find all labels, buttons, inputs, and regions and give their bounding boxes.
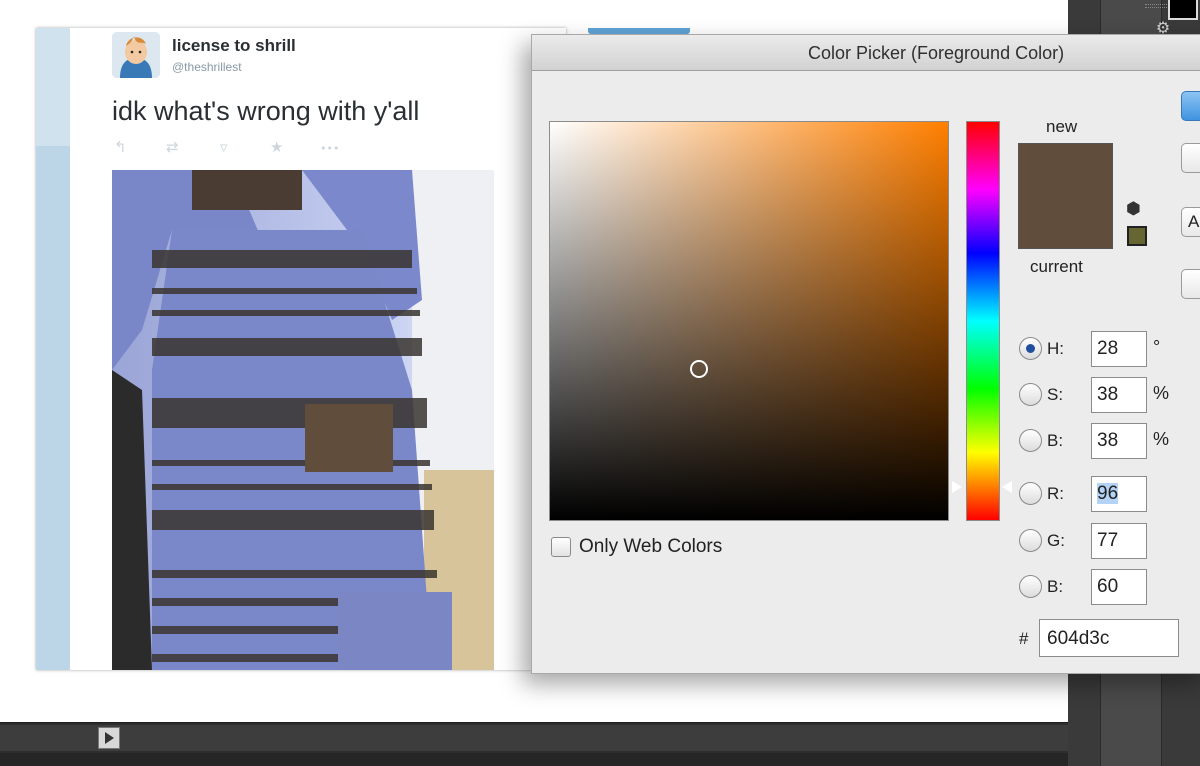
new-color-swatch	[1018, 143, 1113, 249]
hue-input[interactable]: 28	[1091, 331, 1147, 367]
retweet-icon[interactable]: ⇄	[166, 138, 179, 156]
websafe-color-swatch[interactable]	[1127, 226, 1147, 246]
more-icon[interactable]: •••	[320, 142, 339, 155]
saturation-brightness-field[interactable]	[549, 121, 949, 521]
add-to-swatches-label: A	[1188, 212, 1200, 231]
add-to-swatches-button[interactable]: A	[1181, 207, 1200, 237]
page-rail	[36, 28, 70, 670]
saturation-radio[interactable]	[1019, 383, 1042, 406]
foreground-swatch[interactable]	[1168, 0, 1198, 20]
tweet-author-handle[interactable]: @theshrillest	[172, 60, 242, 74]
brightness-unit: %	[1153, 429, 1170, 449]
dress-photo	[112, 170, 494, 670]
blue-input[interactable]: 60	[1091, 569, 1147, 605]
hex-input[interactable]: 604d3c	[1039, 619, 1179, 657]
timeline-lower	[0, 753, 1068, 766]
dialog-titlebar[interactable]: Color Picker (Foreground Color)	[532, 35, 1200, 71]
red-input-selection: 96	[1097, 483, 1119, 504]
reply-icon[interactable]: ↰	[114, 138, 127, 156]
brightness-radio[interactable]	[1019, 429, 1042, 452]
tweet-photo[interactable]	[112, 170, 494, 670]
saturation-input[interactable]: 38	[1091, 377, 1147, 413]
dialog-title: Color Picker (Foreground Color)	[808, 43, 1065, 63]
red-label: R:	[1047, 484, 1064, 503]
brightness-label: B:	[1047, 431, 1064, 450]
favorite-icon[interactable]: ★	[270, 138, 283, 156]
tweet-author-name[interactable]: license to shrill	[172, 36, 296, 56]
avatar[interactable]	[112, 32, 160, 78]
blue-overlay-patch	[338, 592, 452, 670]
hue-radio[interactable]	[1019, 337, 1042, 360]
hue-label: H:	[1047, 339, 1064, 358]
hue-slider-left-arrow[interactable]	[951, 480, 963, 494]
only-web-colors-checkbox[interactable]	[551, 537, 571, 557]
saturation-label: S:	[1047, 385, 1064, 404]
brown-overlay-patch	[305, 404, 393, 472]
pocket-icon[interactable]: ▿	[220, 138, 228, 156]
timeline-bar	[0, 722, 1068, 766]
hue-unit: °	[1153, 337, 1161, 357]
play-button[interactable]	[98, 727, 120, 749]
only-web-colors-label: Only Web Colors	[579, 536, 723, 557]
green-radio[interactable]	[1019, 529, 1042, 552]
blue-radio[interactable]	[1019, 575, 1042, 598]
ok-button[interactable]	[1181, 91, 1200, 121]
color-libraries-button[interactable]	[1181, 269, 1200, 299]
green-label: G:	[1047, 531, 1065, 550]
new-label: new	[1046, 117, 1078, 136]
blue-label: B:	[1047, 577, 1064, 596]
brightness-input[interactable]: 38	[1091, 423, 1147, 459]
tweet-text: idk what's wrong with y'all	[112, 96, 420, 126]
cancel-button[interactable]	[1181, 143, 1200, 173]
saturation-unit: %	[1153, 383, 1170, 403]
timeline-track	[0, 725, 1068, 751]
hue-slider[interactable]	[966, 121, 1000, 521]
tweet-card: license to shrill @theshrillest idk what…	[36, 28, 566, 670]
hue-slider-right-arrow[interactable]	[1002, 481, 1012, 493]
color-marker[interactable]	[690, 360, 708, 378]
current-label: current	[1030, 257, 1083, 276]
red-radio[interactable]	[1019, 482, 1042, 505]
hex-label: #	[1019, 629, 1029, 648]
avatar-image	[112, 32, 160, 78]
color-picker-dialog: Color Picker (Foreground Color) new curr…	[531, 34, 1200, 674]
play-icon	[105, 732, 114, 744]
green-input[interactable]: 77	[1091, 523, 1147, 559]
websafe-cube-icon[interactable]: ⬢	[1126, 199, 1141, 219]
red-input[interactable]: 96	[1091, 476, 1147, 512]
